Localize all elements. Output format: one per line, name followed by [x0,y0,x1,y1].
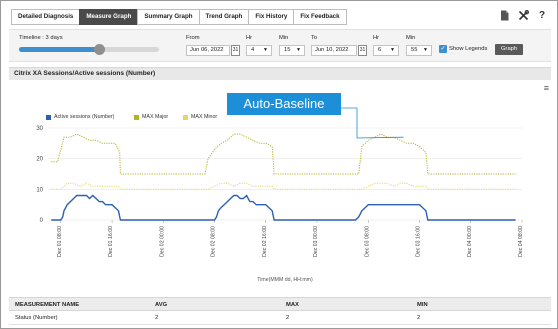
callout-leader-line [333,107,404,139]
series-line-max-minor [51,182,516,190]
y-tick-label: 0 [40,218,44,224]
x-tick-label: Dec 02 16:00 [262,226,268,257]
x-tick-label: Dec 02 00:00 [159,226,165,257]
tab-summary-graph[interactable]: Summary Graph [137,9,200,25]
chart-panel: Citrix XA Sessions/Active sessions (Numb… [9,67,551,292]
column-header-max: MAX [286,302,299,308]
app-window: Detailed Diagnosis Measure Graph Summary… [0,0,558,329]
cell-max: 2 [286,315,290,321]
legend-label: Active sessions (Number) [54,114,115,120]
x-tick-label: Dec 03 00:00 [313,226,319,257]
timeline-slider-knob[interactable] [94,44,105,55]
legend-swatch [183,114,188,120]
legend-label: MAX Minor [191,114,218,120]
timeline-slider[interactable] [19,47,159,52]
to-min-label: Min [406,35,416,41]
from-min-select[interactable]: 15 ▼ [279,45,305,56]
chevron-down-icon: ▼ [423,47,428,53]
cell-measurement-name: Status (Number) [15,315,58,321]
graph-controls: Timeline : 3 days From Jun 06, 2022 31 H… [9,29,551,62]
chevron-down-icon: ▼ [263,47,268,53]
column-header-name: MEASUREMENT NAME [15,302,80,308]
from-min-value: 15 [284,47,291,53]
from-hr-label: Hr [246,35,253,41]
column-header-avg: AVG [155,302,168,308]
cell-avg: 2 [155,315,159,321]
y-tick-label: 30 [36,126,43,132]
tab-detailed-diagnosis[interactable]: Detailed Diagnosis [11,9,81,25]
to-hr-value: 6 [378,47,382,53]
to-hr-select[interactable]: 6 ▼ [373,45,399,56]
to-min-value: 55 [411,47,418,53]
table-row[interactable]: Status (Number) 2 2 2 [9,311,551,325]
tab-fix-feedback[interactable]: Fix Feedback [293,9,347,25]
from-min-label: Min [279,35,289,41]
tab-trend-graph[interactable]: Trend Graph [198,9,250,25]
x-tick-label: Dec 01 16:00 [108,226,114,257]
chevron-down-icon: ▼ [296,47,301,53]
legend-swatch [134,114,139,120]
from-label: From [186,35,200,41]
to-hr-label: Hr [373,35,380,41]
timeline-slider-fill [19,47,99,52]
y-tick-label: 20 [36,157,43,163]
auto-baseline-callout: Auto-Baseline [227,93,341,115]
graph-button[interactable]: Graph [495,44,524,55]
x-tick-label: Dec 04 08:00 [518,226,524,257]
x-tick-label: Dec 04 00:00 [467,226,473,257]
x-tick-label: Dec 03 08:00 [364,226,370,257]
x-axis-label: Time(MMM dd, HH:mm) [257,277,313,283]
legend-item-max-minor[interactable]: MAX Minor [183,114,217,120]
tab-bar: Detailed Diagnosis Measure Graph Summary… [11,9,347,25]
tools-icon[interactable] [518,10,530,22]
x-tick-label: Dec 01 08:00 [57,226,63,257]
show-legends-checkbox[interactable]: ✓ [439,45,447,53]
column-header-min: MIN [417,302,428,308]
show-legends-label: Show Legends [449,46,488,52]
series-line-max-major [51,133,516,175]
chevron-down-icon: ▼ [390,47,395,53]
to-calendar-icon[interactable]: 31 [358,45,367,56]
cell-min: 2 [417,315,421,321]
to-label: To [311,35,318,41]
document-icon[interactable] [499,10,509,22]
to-date-input[interactable]: Jun 10, 2022 [311,45,357,56]
measurement-table: MEASUREMENT NAME AVG MAX MIN Status (Num… [9,297,551,325]
x-tick-label: Dec 02 08:00 [211,226,217,257]
x-tick-label: Dec 03 16:00 [416,226,422,257]
timeline-label: Timeline : 3 days [19,35,63,41]
from-calendar-icon[interactable]: 31 [231,45,240,56]
chart-panel-title: Citrix XA Sessions/Active sessions (Numb… [9,68,551,80]
legend-label: MAX Major [142,114,169,120]
series-line-active-sessions-number [51,194,516,221]
tab-fix-history[interactable]: Fix History [248,9,295,25]
from-date-input[interactable]: Jun 06, 2022 [186,45,230,56]
toolbar-icons: ? [499,10,547,22]
table-header: MEASUREMENT NAME AVG MAX MIN [9,297,551,311]
legend-item-max-major[interactable]: MAX Major [134,114,168,120]
y-tick-label: 10 [36,187,43,193]
tab-measure-graph[interactable]: Measure Graph [79,9,139,25]
help-icon[interactable]: ? [537,10,547,22]
from-hr-value: 4 [251,47,255,53]
legend-swatch [46,114,51,120]
from-hr-select[interactable]: 4 ▼ [246,45,272,56]
to-min-select[interactable]: 55 ▼ [406,45,432,56]
legend-item-active-sessions[interactable]: Active sessions (Number) [46,114,114,120]
